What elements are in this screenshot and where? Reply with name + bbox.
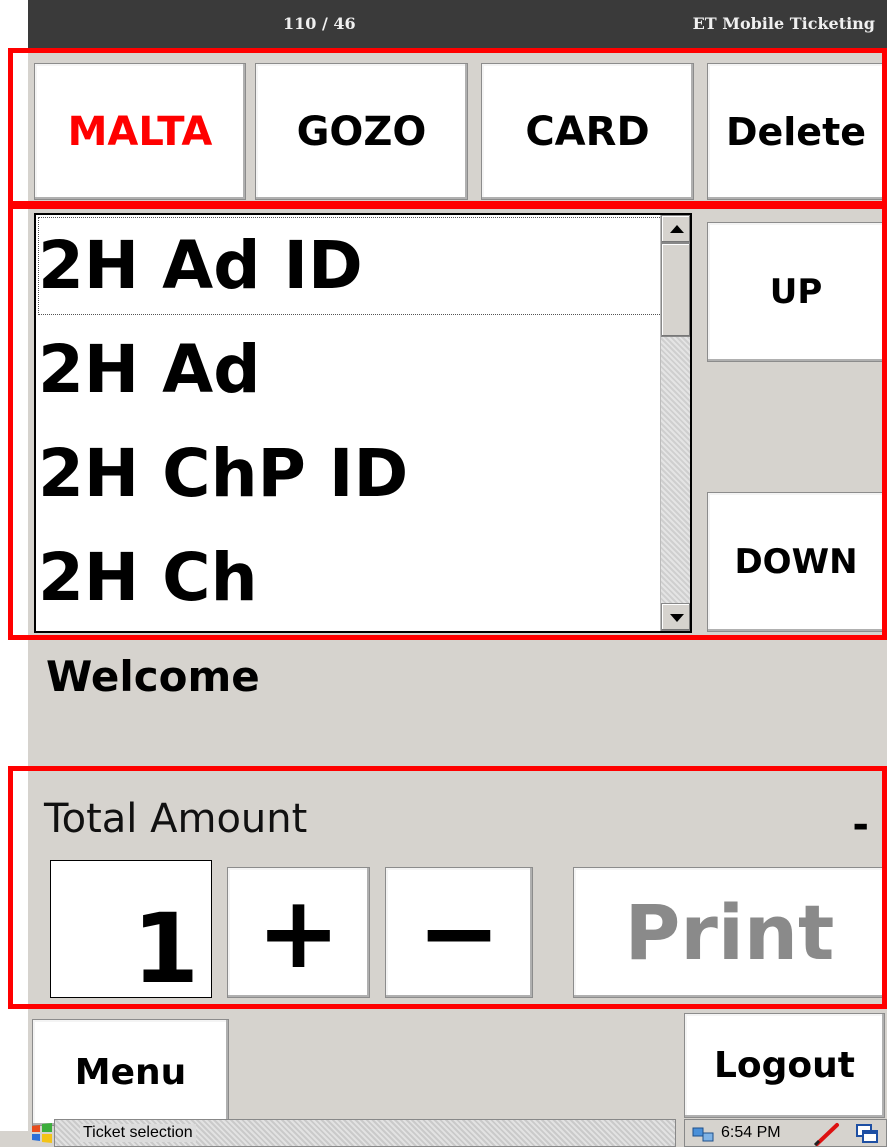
app-title: ET Mobile Ticketing <box>692 14 875 33</box>
status-text: Ticket selection <box>80 1124 196 1142</box>
windows-start-icon[interactable] <box>30 1121 54 1145</box>
device-screen: 110 / 46 ET Mobile Ticketing MALTA GOZO … <box>0 0 887 1147</box>
highlight-zone-buttons <box>8 48 887 206</box>
highlight-total-panel <box>8 766 887 1009</box>
network-icon[interactable] <box>691 1124 715 1144</box>
logout-button[interactable]: Logout <box>684 1013 885 1118</box>
welcome-message: Welcome <box>46 652 260 701</box>
clock: 6:54 PM <box>721 1124 781 1141</box>
input-pen-icon[interactable] <box>811 1122 843 1147</box>
menu-button[interactable]: Menu <box>32 1019 229 1126</box>
title-bar: 110 / 46 ET Mobile Ticketing <box>28 0 887 48</box>
system-tray: 6:54 PM <box>684 1119 887 1147</box>
window-switcher-icon[interactable] <box>855 1123 879 1145</box>
ticket-counter: 110 / 46 <box>283 14 356 33</box>
highlight-ticket-list <box>8 204 887 640</box>
